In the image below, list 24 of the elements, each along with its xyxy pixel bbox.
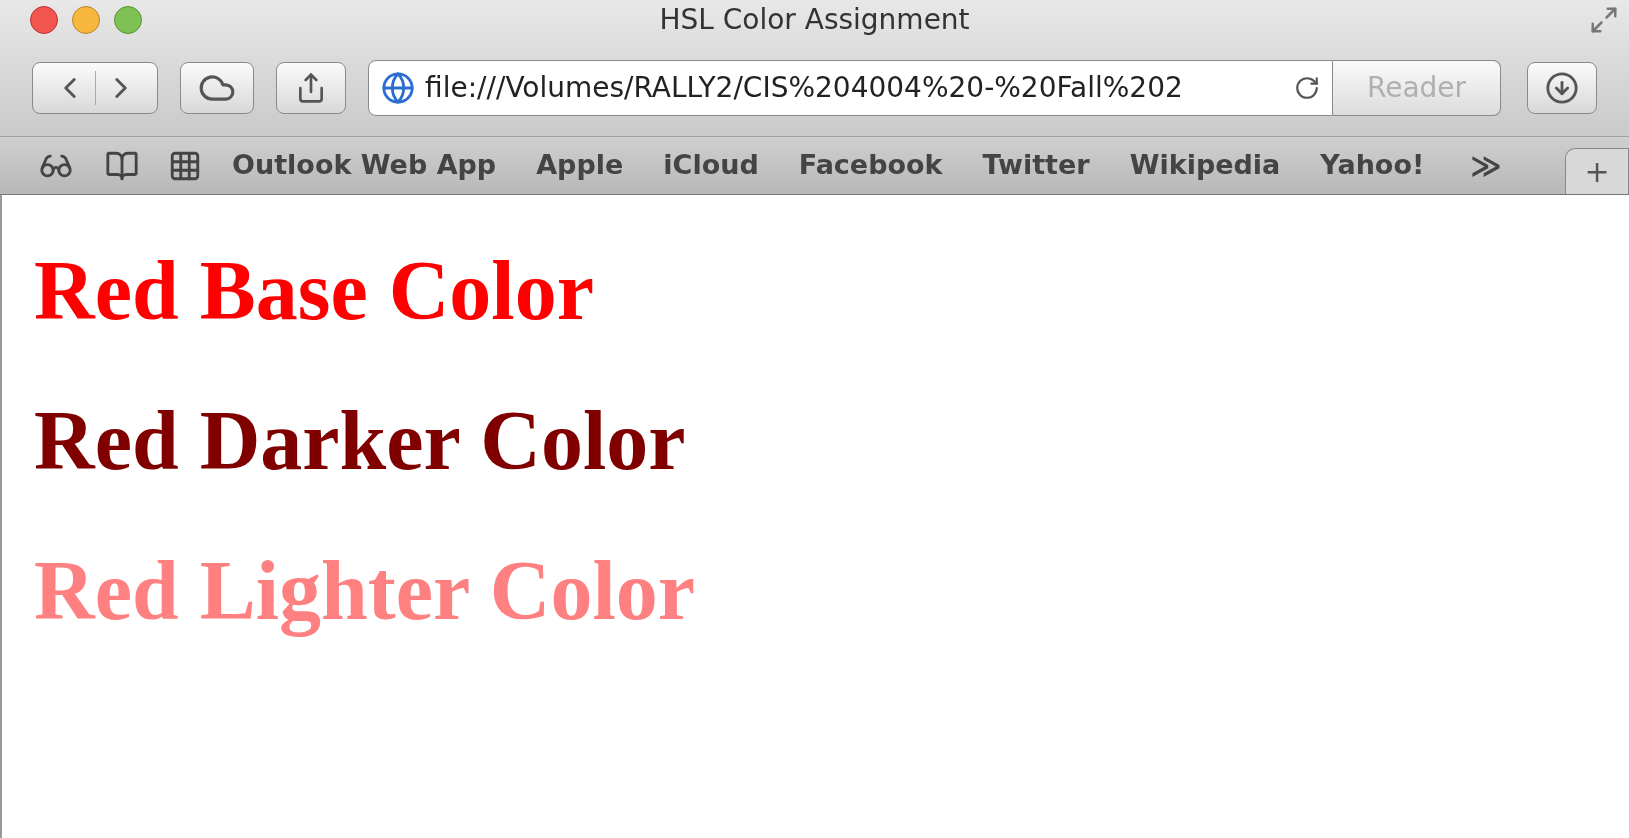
bookmark-link[interactable]: Outlook Web App [232,145,497,186]
bookmark-link[interactable]: Yahoo! [1320,145,1425,186]
heading: Red Lighter Color [34,545,697,637]
globe-icon [381,71,415,105]
bookmark-link[interactable]: Twitter [982,145,1090,186]
download-icon [1545,71,1579,105]
cloud-button[interactable] [180,62,254,114]
bookmark-link[interactable]: Apple [536,145,624,186]
close-button[interactable] [30,6,58,34]
address-field[interactable]: file:///Volumes/RALLY2/CIS%204004%20-%20Fall%202 [368,60,1333,116]
bookmark-link[interactable]: iCloud [663,145,759,186]
share-button[interactable] [276,62,346,114]
new-tab-button[interactable]: + [1565,148,1629,194]
heading: Red Darker Color [34,395,687,487]
fullscreen-icon[interactable] [1589,5,1619,35]
downloads-button[interactable] [1527,62,1597,114]
back-forward-button[interactable] [32,62,158,114]
bookmark-link[interactable]: Wikipedia [1129,145,1281,186]
bookmark-link[interactable]: Facebook [798,145,943,186]
zoom-button[interactable] [114,6,142,34]
window-title: HSL Color Assignment [659,2,970,38]
heading: Red Base Color [34,245,595,337]
overflow-button[interactable]: ≫ [1470,143,1502,188]
reload-icon[interactable] [1294,75,1320,101]
